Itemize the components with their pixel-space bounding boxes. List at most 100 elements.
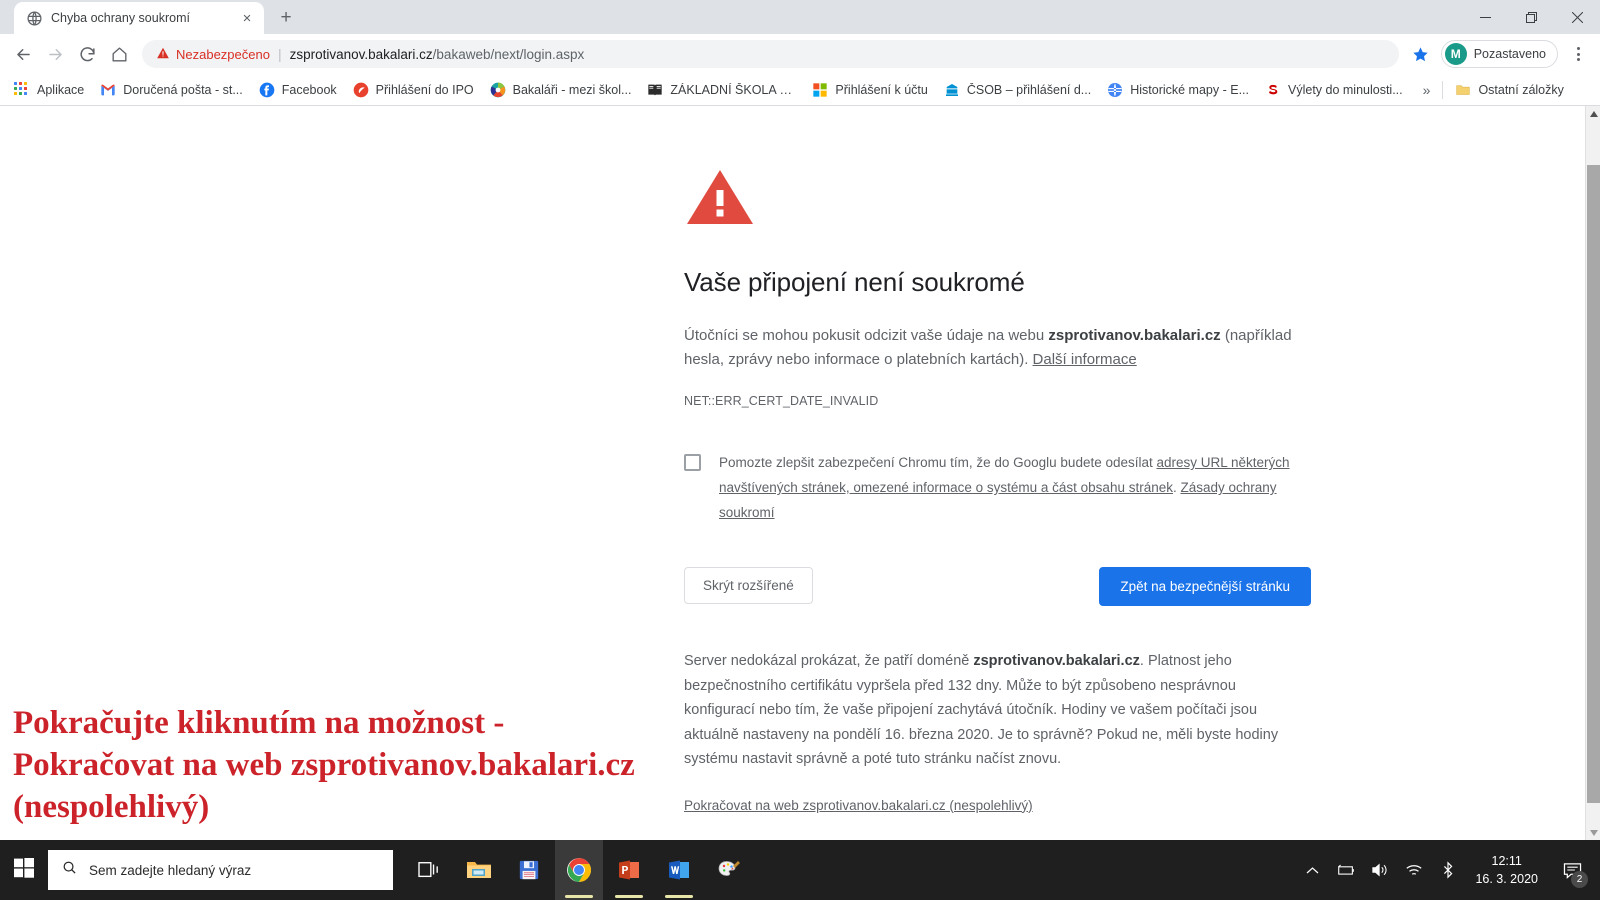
annotation-text: Pokračujte kliknutím na možnost - Pokrač… <box>13 705 635 825</box>
bookmarks-overflow-button[interactable]: » <box>1415 80 1439 100</box>
close-window-icon[interactable] <box>1554 1 1600 33</box>
tab-title: Chyba ochrany soukromí <box>51 11 190 25</box>
screen: Chyba ochrany soukromí × + Nezabezpečeno… <box>0 0 1600 900</box>
bookmark-label: Historické mapy - E... <box>1130 82 1249 97</box>
facebook-icon <box>259 82 275 98</box>
bookmark-microsoft-account[interactable]: Přihlášení k účtu <box>804 79 935 101</box>
browser-toolbar: Nezabezpečeno | zsprotivanov.bakalari.cz… <box>0 34 1600 74</box>
browser-tab[interactable]: Chyba ochrany soukromí × <box>14 2 264 34</box>
scrollbar-thumb[interactable] <box>1587 165 1600 803</box>
opt-in-row: Pomozte zlepšit zabezpečení Chromu tím, … <box>684 450 1304 525</box>
profile-label: Pozastaveno <box>1473 47 1546 61</box>
bookmark-historicke-mapy[interactable]: Historické mapy - E... <box>1099 79 1257 101</box>
proceed-unsafe-link[interactable]: Pokračovat na web zsprotivanov.bakalari.… <box>684 798 1033 813</box>
details-text-1: Server nedokázal prokázat, že patří domé… <box>684 653 974 669</box>
seznam-icon <box>1265 82 1281 98</box>
show-hidden-icons-chevron[interactable] <box>1295 840 1329 900</box>
page-description: Útočníci se mohou pokusit odcizit vaše ú… <box>684 324 1304 372</box>
globe-icon <box>1107 82 1123 98</box>
battery-icon[interactable] <box>1329 840 1363 900</box>
home-icon[interactable] <box>104 39 134 69</box>
scroll-down-icon[interactable] <box>1586 825 1600 840</box>
bookmark-facebook[interactable]: Facebook <box>251 79 345 101</box>
volume-icon[interactable] <box>1363 840 1397 900</box>
ipo-icon <box>353 82 369 98</box>
file-explorer-icon[interactable] <box>455 840 503 900</box>
vertical-scrollbar[interactable] <box>1585 106 1600 840</box>
bookmark-label: Doručená pošta - st... <box>123 82 243 97</box>
bookmark-zakladni-skola[interactable]: ZÁKLADNÍ ŠKOLA P... <box>639 79 804 101</box>
close-icon[interactable]: × <box>238 9 256 27</box>
chrome-menu-icon[interactable] <box>1564 40 1592 68</box>
bookmark-ipo[interactable]: Přihlášení do IPO <box>345 79 482 101</box>
bookmark-csob[interactable]: ČSOB – přihlášení d... <box>936 79 1099 101</box>
optin-text-2: . <box>1172 480 1181 495</box>
bookmark-star-icon[interactable] <box>1407 40 1435 68</box>
task-view-icon[interactable] <box>405 840 453 900</box>
tab-strip: Chyba ochrany soukromí × + <box>0 0 1600 34</box>
bookmark-label: ZÁKLADNÍ ŠKOLA P... <box>670 82 797 97</box>
paint-icon[interactable] <box>705 840 753 900</box>
reload-icon[interactable] <box>72 39 102 69</box>
back-to-safety-button[interactable]: Zpět na bezpečnější stránku <box>1099 567 1311 606</box>
hide-advanced-button[interactable]: Skrýt rozšířené <box>684 567 813 604</box>
page-content: Vaše připojení není soukromé Útočníci se… <box>0 106 1585 840</box>
error-code: NET::ERR_CERT_DATE_INVALID <box>684 394 879 408</box>
new-tab-button[interactable]: + <box>272 3 300 31</box>
clock-time: 12:11 <box>1491 854 1522 868</box>
omnibox-separator: | <box>277 46 282 62</box>
taskbar-clock[interactable]: 12:11 16. 3. 2020 <box>1465 852 1552 888</box>
microsoft-icon <box>812 82 828 98</box>
apps-grid-icon <box>14 81 30 98</box>
warning-triangle-icon <box>156 46 170 63</box>
taskbar-items <box>405 840 753 900</box>
search-placeholder: Sem zadejte hledaný výraz <box>89 862 252 878</box>
folder-icon <box>1455 82 1471 98</box>
optin-text-1: Pomozte zlepšit zabezpečení Chromu tím, … <box>719 455 1157 470</box>
word-icon[interactable] <box>655 840 703 900</box>
wifi-icon[interactable] <box>1397 840 1431 900</box>
bookmark-label: Bakaláři - mezi škol... <box>512 82 632 97</box>
chrome-browser-window: Chyba ochrany soukromí × + Nezabezpečeno… <box>0 0 1600 840</box>
bookmark-label: Přihlášení k účtu <box>835 82 928 97</box>
taskbar-search-box[interactable]: Sem zadejte hledaný výraz <box>48 850 393 890</box>
bookmark-apps[interactable]: Aplikace <box>6 79 92 101</box>
bookmark-label: ČSOB – přihlášení d... <box>966 82 1092 97</box>
desc-prefix: Útočníci se mohou pokusit odcizit vaše ú… <box>684 327 1049 344</box>
bookmark-gmail[interactable]: Doručená pošta - st... <box>92 79 251 101</box>
notifications-button[interactable]: 2 <box>1552 840 1592 900</box>
minimize-icon[interactable] <box>1462 1 1508 33</box>
bookmark-vylety[interactable]: Výlety do minulosti... <box>1257 79 1411 101</box>
bakalari-icon <box>490 82 506 98</box>
windows-start-button[interactable] <box>0 840 48 900</box>
avatar: M <box>1444 43 1467 65</box>
report-checkbox[interactable] <box>684 454 701 471</box>
button-row: Skrýt rozšířené Zpět na bezpečnější strá… <box>684 567 1311 607</box>
maximize-icon[interactable] <box>1508 1 1554 33</box>
advanced-details: Server nedokázal prokázat, že patří domé… <box>684 649 1304 772</box>
forward-icon[interactable] <box>40 39 70 69</box>
page-viewport: Vaše připojení není soukromé Útočníci se… <box>0 106 1600 840</box>
bookmark-other-bookmarks[interactable]: Ostatní záložky <box>1447 79 1571 101</box>
csob-icon <box>944 82 960 98</box>
scroll-up-icon[interactable] <box>1586 106 1600 121</box>
profile-button[interactable]: M Pozastaveno <box>1440 40 1558 68</box>
gmail-icon <box>100 82 116 98</box>
opt-in-text: Pomozte zlepšit zabezpečení Chromu tím, … <box>719 450 1304 525</box>
divider <box>1442 80 1444 99</box>
bookmark-label: Ostatní záložky <box>1478 82 1564 97</box>
bookmark-bakalari[interactable]: Bakaláři - mezi škol... <box>482 79 640 101</box>
bluetooth-icon[interactable] <box>1431 840 1465 900</box>
security-warning[interactable]: Nezabezpečeno <box>156 46 270 63</box>
learn-more-link[interactable]: Další informace <box>1033 351 1137 368</box>
chrome-icon[interactable] <box>555 840 603 900</box>
ssl-interstitial: Vaše připojení není soukromé Útočníci se… <box>684 161 1311 815</box>
address-bar[interactable]: Nezabezpečeno | zsprotivanov.bakalari.cz… <box>142 40 1399 68</box>
bookmark-label: Facebook <box>281 82 337 97</box>
bookmark-label: Výlety do minulosti... <box>1288 82 1403 97</box>
bookmarks-bar: Aplikace Doručená pošta - st... Facebook… <box>0 74 1600 106</box>
back-icon[interactable] <box>8 39 38 69</box>
save-disk-icon[interactable] <box>505 840 553 900</box>
powerpoint-icon[interactable] <box>605 840 653 900</box>
details-domain: zsprotivanov.bakalari.cz <box>973 653 1140 669</box>
